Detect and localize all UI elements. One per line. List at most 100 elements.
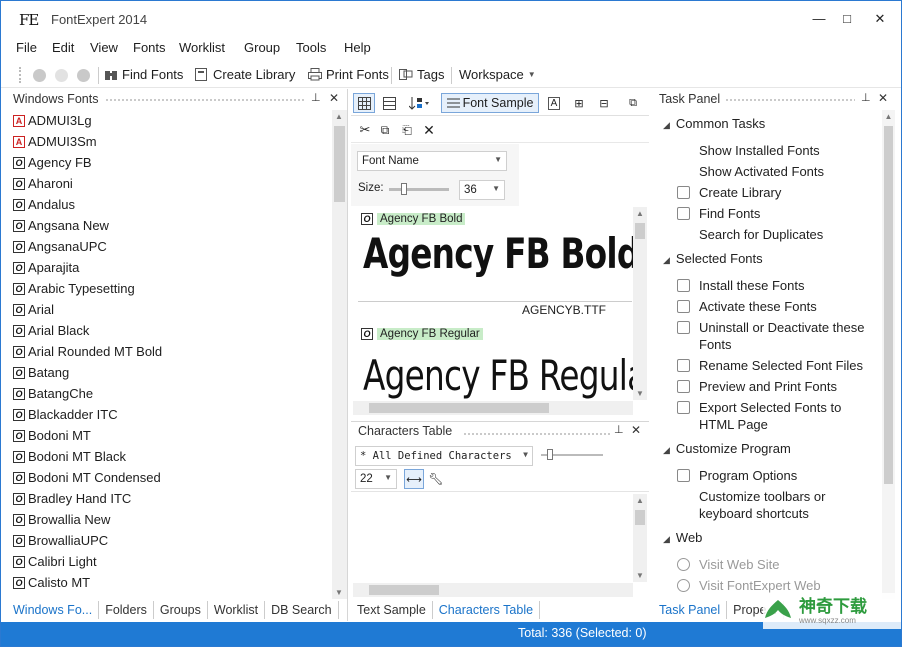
collapse-icon[interactable]: ◢ <box>663 534 670 544</box>
minimize-button[interactable]: — <box>809 9 829 29</box>
task-section-header[interactable]: ◢ Selected Fonts <box>663 251 763 266</box>
task-item[interactable]: Find Fonts <box>699 205 879 222</box>
task-scrollbar[interactable]: ▲ <box>882 110 895 599</box>
font-list-item[interactable]: O Arabic Typesetting <box>7 278 332 299</box>
menu-edit[interactable]: Edit <box>52 40 74 55</box>
task-item[interactable]: Create Library <box>699 184 879 201</box>
font-info-icon[interactable]: ⧉ <box>623 93 643 113</box>
scroll-thumb[interactable] <box>369 585 439 595</box>
cut-icon[interactable]: ✂ <box>355 120 375 140</box>
task-item[interactable]: Preview and Print Fonts <box>699 378 879 395</box>
refresh-icon[interactable] <box>77 69 90 82</box>
font-sample-button[interactable]: Font Sample <box>441 93 539 113</box>
toolbar-grip[interactable] <box>19 67 21 83</box>
scroll-thumb[interactable] <box>635 510 645 525</box>
font-list-item[interactable]: O Bradley Hand ITC <box>7 488 332 509</box>
menu-group[interactable]: Group <box>244 40 280 55</box>
collapse-icon[interactable]: ◢ <box>663 255 670 265</box>
font-list-item[interactable]: O Browallia New <box>7 509 332 530</box>
copy-icon[interactable]: ⧉ <box>375 120 395 140</box>
sort-icon[interactable] <box>403 93 435 113</box>
font-list-item[interactable]: O Bodoni MT Black <box>7 446 332 467</box>
menu-help[interactable]: Help <box>344 40 371 55</box>
tab-db-search[interactable]: DB Search <box>265 601 339 619</box>
collapse-icon[interactable]: ◢ <box>663 120 670 130</box>
task-item[interactable]: Activate these Fonts <box>699 298 879 315</box>
font-list-item[interactable]: O Bodoni MT Condensed <box>7 467 332 488</box>
font-list-item[interactable]: O Arial Rounded MT Bold <box>7 341 332 362</box>
back-icon[interactable] <box>33 69 46 82</box>
tab-worklist[interactable]: Worklist <box>208 601 266 619</box>
font-list-item[interactable]: A ADMUI3Sm <box>7 131 332 152</box>
task-item[interactable]: Show Activated Fonts <box>699 163 879 180</box>
list-view-icon[interactable] <box>378 93 400 113</box>
waterfall-icon[interactable]: ⊞ <box>569 93 589 113</box>
task-item[interactable]: Visit Web Site <box>699 556 879 573</box>
font-list-item[interactable]: O Agency FB <box>7 152 332 173</box>
scroll-thumb[interactable] <box>334 126 345 202</box>
fit-width-icon[interactable]: ⟷ <box>404 469 424 489</box>
pin-icon[interactable]: ⊥ <box>861 91 871 111</box>
scroll-thumb[interactable] <box>369 403 549 413</box>
glyph-icon[interactable]: ⊟ <box>594 93 614 113</box>
print-fonts-button[interactable]: Print Fonts <box>308 67 389 82</box>
task-section-header[interactable]: ◢ Web <box>663 530 702 545</box>
find-fonts-button[interactable]: Find Fonts <box>105 67 183 82</box>
slider-thumb[interactable] <box>547 449 553 460</box>
slider-thumb[interactable] <box>401 183 407 195</box>
font-list-item[interactable]: O Arial Black <box>7 320 332 341</box>
size-select[interactable]: 36 ▼ <box>459 180 505 200</box>
chars-filter-select[interactable]: * All Defined Characters ▼ <box>355 446 533 466</box>
font-list-item[interactable]: A ADMUI3Lg <box>7 110 332 131</box>
font-list-item[interactable]: O Bodoni MT <box>7 425 332 446</box>
size-slider[interactable] <box>389 183 449 195</box>
create-library-button[interactable]: Create Library <box>195 67 295 82</box>
wrench-icon[interactable]: 🔧︎ <box>427 469 445 489</box>
task-item[interactable]: Program Options <box>699 467 879 484</box>
grid-view-icon[interactable] <box>353 93 375 113</box>
task-item[interactable]: Install these Fonts <box>699 277 879 294</box>
menu-view[interactable]: View <box>90 40 118 55</box>
font-list-item[interactable]: O Aharoni <box>7 173 332 194</box>
scroll-thumb[interactable] <box>884 126 893 484</box>
font-list-scrollbar[interactable]: ▲ ▼ <box>332 110 347 599</box>
chars-size-slider[interactable] <box>541 449 603 460</box>
chars-scrollbar[interactable]: ▲ ▼ <box>633 494 647 582</box>
delete-icon[interactable]: ✕ <box>419 120 439 140</box>
char-a-icon[interactable]: A <box>544 93 564 113</box>
pin-icon[interactable]: ⊥ <box>614 423 624 443</box>
scroll-thumb[interactable] <box>635 223 645 239</box>
paste-icon[interactable]: ⎗ <box>397 120 417 140</box>
tab-text-sample[interactable]: Text Sample <box>351 601 433 619</box>
task-section-header[interactable]: ◢ Common Tasks <box>663 116 765 131</box>
menu-tools[interactable]: Tools <box>296 40 326 55</box>
maximize-button[interactable]: □ <box>837 9 857 29</box>
tab-task-panel[interactable]: Task Panel <box>653 601 728 619</box>
task-item[interactable]: Visit FontExpert Web <box>699 577 879 594</box>
tab-windows-fonts[interactable]: Windows Fo... <box>7 601 100 619</box>
task-item[interactable]: Customize toolbars or keyboard shortcuts <box>699 488 879 522</box>
task-item[interactable]: Rename Selected Font Files <box>699 357 879 374</box>
font-list-item[interactable]: O BatangChe <box>7 383 332 404</box>
close-panel-icon[interactable]: ✕ <box>329 91 339 111</box>
preview-hscrollbar[interactable] <box>353 401 633 415</box>
close-panel-icon[interactable]: ✕ <box>878 91 888 111</box>
tags-button[interactable]: Tags <box>399 67 444 82</box>
font-list-item[interactable]: O Calisto MT <box>7 572 332 593</box>
tab-characters-table[interactable]: Characters Table <box>433 601 541 619</box>
workspace-dropdown[interactable]: Workspace ▼ <box>459 67 536 82</box>
menu-fonts[interactable]: Fonts <box>133 40 166 55</box>
tab-groups[interactable]: Groups <box>154 601 208 619</box>
chars-size-select[interactable]: 22 ▼ <box>355 469 397 489</box>
font-list-item[interactable]: O AngsanaUPC <box>7 236 332 257</box>
font-list-item[interactable]: O BrowalliaUPC <box>7 530 332 551</box>
task-item[interactable]: Show Installed Fonts <box>699 142 879 159</box>
font-list-item[interactable]: O Andalus <box>7 194 332 215</box>
close-button[interactable]: ✕ <box>870 9 890 29</box>
task-item[interactable]: Export Selected Fonts to HTML Page <box>699 399 879 433</box>
font-list-item[interactable]: O Arial <box>7 299 332 320</box>
font-list-item[interactable]: O Aparajita <box>7 257 332 278</box>
font-list-item[interactable]: O Blackadder ITC <box>7 404 332 425</box>
menu-file[interactable]: File <box>16 40 37 55</box>
task-item[interactable]: Uninstall or Deactivate these Fonts <box>699 319 879 353</box>
